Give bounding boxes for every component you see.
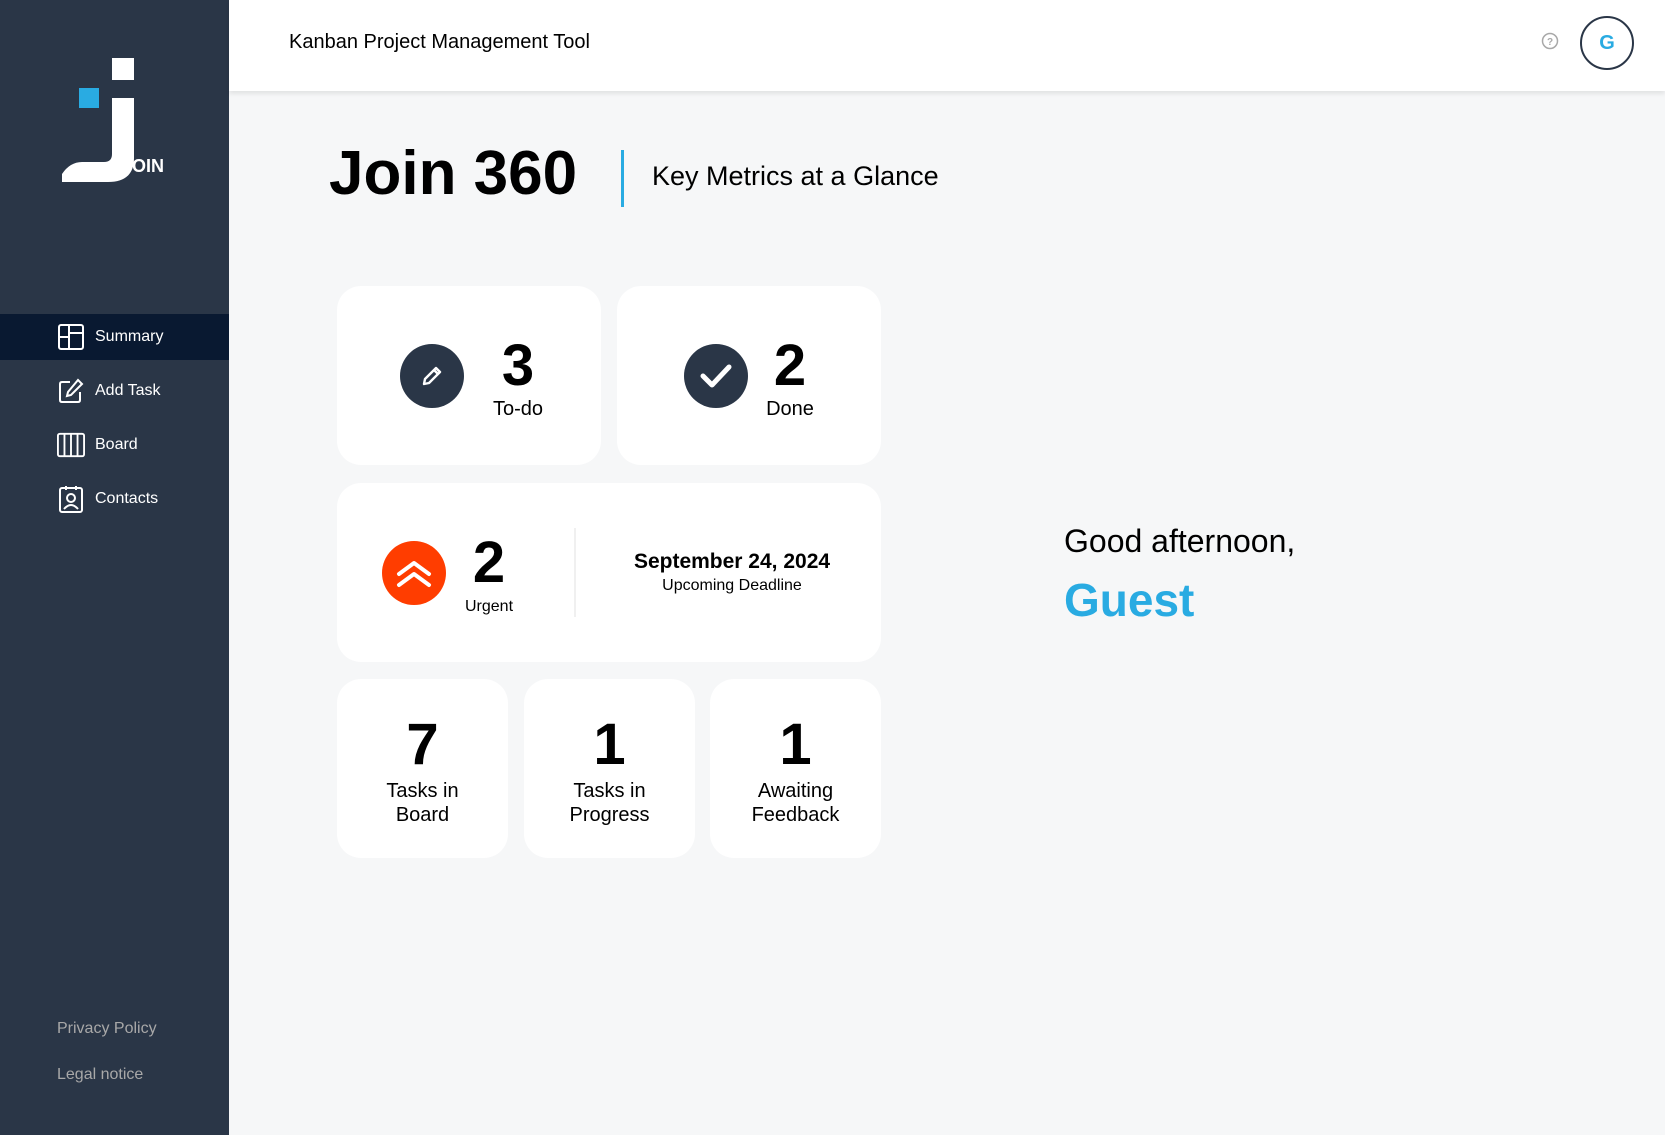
deadline-date: September 24, 2024: [633, 550, 831, 573]
logo-text: OIN: [132, 156, 165, 176]
page-title: Join 360: [329, 139, 578, 208]
svg-text:?: ?: [1547, 37, 1553, 48]
urgent-divider: [574, 528, 576, 617]
feedback-label-line1: Awaiting: [757, 780, 834, 802]
sidebar-item-add-task[interactable]: Add Task: [0, 368, 229, 414]
contacts-icon: [57, 485, 85, 513]
board-icon: [57, 431, 85, 459]
sidebar: OIN Summary Add Task Board Contacts Priv…: [0, 0, 229, 1135]
join-logo[interactable]: OIN: [62, 58, 172, 188]
sidebar-item-label: Add Task: [95, 382, 161, 399]
sidebar-nav: Summary Add Task Board Contacts: [0, 314, 229, 530]
sidebar-item-summary[interactable]: Summary: [0, 314, 229, 360]
legal-notice-link[interactable]: Legal notice: [57, 1066, 157, 1084]
summary-icon: [57, 323, 85, 351]
sidebar-item-label: Board: [95, 436, 138, 453]
pencil-icon: [400, 344, 464, 408]
done-card[interactable]: 2 Done: [617, 286, 881, 465]
top-header: Kanban Project Management Tool ? G: [229, 0, 1665, 91]
feedback-label-line2: Feedback: [751, 804, 840, 826]
sidebar-footer: Privacy Policy Legal notice: [57, 1020, 157, 1112]
todo-card[interactable]: 3 To-do: [337, 286, 601, 465]
board-count: 7: [406, 712, 439, 777]
urgent-label: Urgent: [464, 598, 514, 615]
deadline-label: Upcoming Deadline: [662, 577, 802, 594]
urgent-card[interactable]: 2 Urgent September 24, 2024 Upcoming Dea…: [337, 483, 881, 662]
edit-icon: [57, 377, 85, 405]
greeting-user-name: Guest: [1064, 574, 1195, 626]
user-avatar[interactable]: G: [1580, 16, 1634, 70]
progress-label-line2: Progress: [569, 804, 650, 826]
title-divider: [621, 150, 624, 207]
page-subtitle: Key Metrics at a Glance: [652, 161, 939, 191]
sidebar-item-label: Summary: [95, 328, 164, 345]
progress-label-line1: Tasks in: [573, 780, 646, 802]
privacy-policy-link[interactable]: Privacy Policy: [57, 1020, 157, 1038]
todo-count: 3: [501, 333, 535, 398]
sidebar-item-board[interactable]: Board: [0, 422, 229, 468]
header-title: Kanban Project Management Tool: [289, 31, 590, 53]
urgent-count: 2: [472, 530, 506, 595]
urgent-priority-icon: [382, 541, 446, 605]
tasks-in-board-card[interactable]: 7 Tasks in Board: [337, 679, 508, 858]
board-label-line1: Tasks in: [386, 780, 459, 802]
done-count: 2: [773, 333, 807, 398]
board-label-line2: Board: [395, 804, 450, 826]
feedback-count: 1: [779, 712, 812, 777]
sidebar-item-label: Contacts: [95, 490, 159, 507]
sidebar-item-contacts[interactable]: Contacts: [0, 476, 229, 522]
awaiting-feedback-card[interactable]: 1 Awaiting Feedback: [710, 679, 881, 858]
help-icon[interactable]: ?: [1541, 32, 1559, 50]
avatar-initial: G: [1599, 31, 1615, 54]
done-label: Done: [766, 398, 814, 420]
progress-count: 1: [593, 712, 626, 777]
tasks-in-progress-card[interactable]: 1 Tasks in Progress: [524, 679, 695, 858]
greeting-text: Good afternoon,: [1064, 523, 1296, 559]
todo-label: To-do: [492, 398, 544, 420]
